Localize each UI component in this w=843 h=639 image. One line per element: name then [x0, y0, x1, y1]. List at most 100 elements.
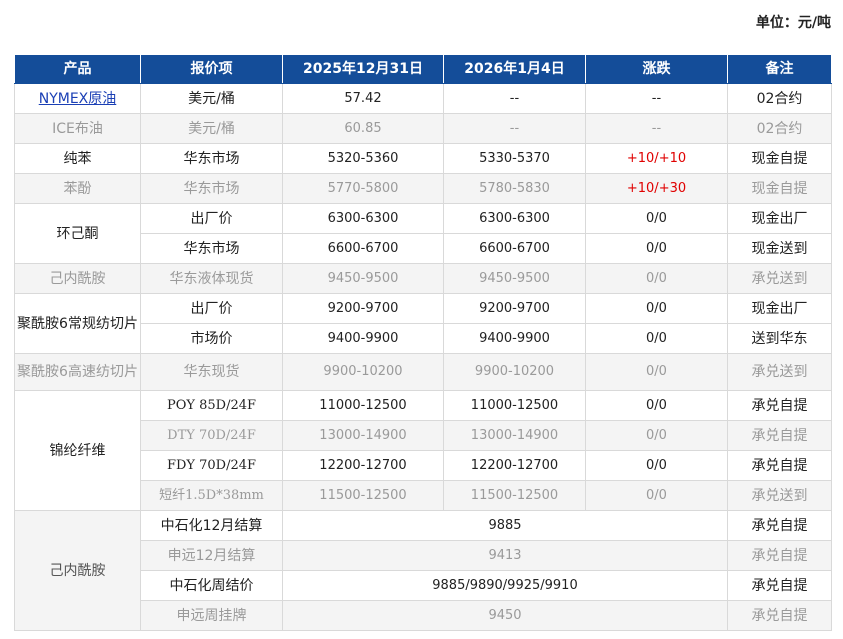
note-cell: 现金出厂	[727, 203, 832, 234]
product-cell: 锦纶纤维	[14, 390, 141, 511]
note-cell: 现金自提	[727, 173, 832, 204]
change-cell: +10/+30	[585, 173, 728, 204]
change-cell: 0/0	[585, 293, 728, 324]
change-cell: 0/0	[585, 353, 728, 391]
item-cell: 中石化12月结算	[140, 510, 283, 541]
item-cell: 华东市场	[140, 173, 283, 204]
table-row: NYMEX原油 美元/桶 57.42 -- -- 02合约	[14, 83, 832, 114]
date1-cell: 12200-12700	[282, 450, 444, 481]
price-table: 产品 报价项 2025年12月31日 2026年1月4日 涨跌 备注 NYMEX…	[14, 54, 832, 631]
table-header-row: 产品 报价项 2025年12月31日 2026年1月4日 涨跌 备注	[14, 54, 832, 84]
date2-cell: --	[443, 113, 586, 144]
note-cell: 承兑送到	[727, 263, 832, 294]
table-row: 苯酚 华东市场 5770-5800 5780-5830 +10/+30 现金自提	[14, 173, 832, 204]
change-cell: 0/0	[585, 480, 728, 511]
product-link[interactable]: NYMEX原油	[39, 91, 117, 107]
item-cell: 美元/桶	[140, 83, 283, 114]
item-cell: 市场价	[140, 323, 283, 354]
date2-cell: 5330-5370	[443, 143, 586, 174]
value-cell: 9885	[282, 510, 728, 541]
date1-cell: 5320-5360	[282, 143, 444, 174]
change-cell: 0/0	[585, 323, 728, 354]
change-cell: +10/+10	[585, 143, 728, 174]
date2-cell: --	[443, 83, 586, 114]
change-cell: 0/0	[585, 263, 728, 294]
note-cell: 承兑自提	[727, 570, 832, 601]
header-date1: 2025年12月31日	[282, 54, 444, 84]
table-row: 环己酮 出厂价 6300-6300 6300-6300 0/0 现金出厂	[14, 203, 832, 264]
item-cell: 申远12月结算	[140, 540, 283, 571]
header-product: 产品	[14, 54, 141, 84]
header-item: 报价项	[140, 54, 283, 84]
product-cell: 苯酚	[14, 173, 141, 204]
date2-cell: 12200-12700	[443, 450, 586, 481]
change-cell: 0/0	[585, 203, 728, 234]
change-cell: 0/0	[585, 233, 728, 264]
item-cell: 华东液体现货	[140, 263, 283, 294]
date1-cell: 57.42	[282, 83, 444, 114]
note-cell: 承兑自提	[727, 540, 832, 571]
date1-cell: 60.85	[282, 113, 444, 144]
table-row: 锦纶纤维 POY 85D/24F 11000-12500 11000-12500…	[14, 390, 832, 511]
product-cell: 己内酰胺	[14, 263, 141, 294]
note-cell: 现金送到	[727, 233, 832, 264]
note-cell: 承兑自提	[727, 600, 832, 631]
item-cell: 中石化周结价	[140, 570, 283, 601]
date2-cell: 6300-6300	[443, 203, 586, 234]
product-cell: 环己酮	[14, 203, 141, 264]
product-cell[interactable]: NYMEX原油	[14, 83, 141, 114]
value-cell: 9450	[282, 600, 728, 631]
item-cell: POY 85D/24F	[140, 390, 283, 421]
date1-cell: 9200-9700	[282, 293, 444, 324]
date1-cell: 13000-14900	[282, 420, 444, 451]
table-row: 聚酰胺6常规纺切片 出厂价 9200-9700 9200-9700 0/0 现金…	[14, 293, 832, 354]
date2-cell: 9200-9700	[443, 293, 586, 324]
header-date2: 2026年1月4日	[443, 54, 586, 84]
date1-cell: 9900-10200	[282, 353, 444, 391]
item-cell: 申远周挂牌	[140, 600, 283, 631]
date2-cell: 9900-10200	[443, 353, 586, 391]
change-cell: 0/0	[585, 390, 728, 421]
value-cell: 9413	[282, 540, 728, 571]
date2-cell: 6600-6700	[443, 233, 586, 264]
date1-cell: 11500-12500	[282, 480, 444, 511]
date1-cell: 9400-9900	[282, 323, 444, 354]
note-cell: 承兑自提	[727, 510, 832, 541]
date1-cell: 5770-5800	[282, 173, 444, 204]
table-row: 己内酰胺 中石化12月结算 9885 承兑自提	[14, 510, 832, 631]
note-cell: 现金出厂	[727, 293, 832, 324]
product-cell: 己内酰胺	[14, 510, 141, 631]
item-cell: 美元/桶	[140, 113, 283, 144]
item-cell: 出厂价	[140, 293, 283, 324]
date1-cell: 6600-6700	[282, 233, 444, 264]
note-cell: 现金自提	[727, 143, 832, 174]
change-cell: 0/0	[585, 420, 728, 451]
header-note: 备注	[727, 54, 832, 84]
change-cell: 0/0	[585, 450, 728, 481]
product-cell: 纯苯	[14, 143, 141, 174]
item-cell: 华东现货	[140, 353, 283, 391]
note-cell: 承兑送到	[727, 353, 832, 391]
product-cell: ICE布油	[14, 113, 141, 144]
note-cell: 02合约	[727, 83, 832, 114]
date2-cell: 9400-9900	[443, 323, 586, 354]
product-cell: 聚酰胺6常规纺切片	[14, 293, 141, 354]
date1-cell: 6300-6300	[282, 203, 444, 234]
item-cell: 出厂价	[140, 203, 283, 234]
date1-cell: 9450-9500	[282, 263, 444, 294]
item-cell: FDY 70D/24F	[140, 450, 283, 481]
unit-label: 单位：元/吨	[755, 15, 831, 31]
change-cell: --	[585, 83, 728, 114]
item-cell: 华东市场	[140, 233, 283, 264]
note-cell: 承兑自提	[727, 450, 832, 481]
header-change: 涨跌	[585, 54, 728, 84]
table-row: ICE布油 美元/桶 60.85 -- -- 02合约	[14, 113, 832, 144]
note-cell: 承兑自提	[727, 390, 832, 421]
date2-cell: 9450-9500	[443, 263, 586, 294]
value-cell: 9885/9890/9925/9910	[282, 570, 728, 601]
table-row: 己内酰胺 华东液体现货 9450-9500 9450-9500 0/0 承兑送到	[14, 263, 832, 294]
note-cell: 02合约	[727, 113, 832, 144]
note-cell: 送到华东	[727, 323, 832, 354]
date1-cell: 11000-12500	[282, 390, 444, 421]
item-cell: DTY 70D/24F	[140, 420, 283, 451]
